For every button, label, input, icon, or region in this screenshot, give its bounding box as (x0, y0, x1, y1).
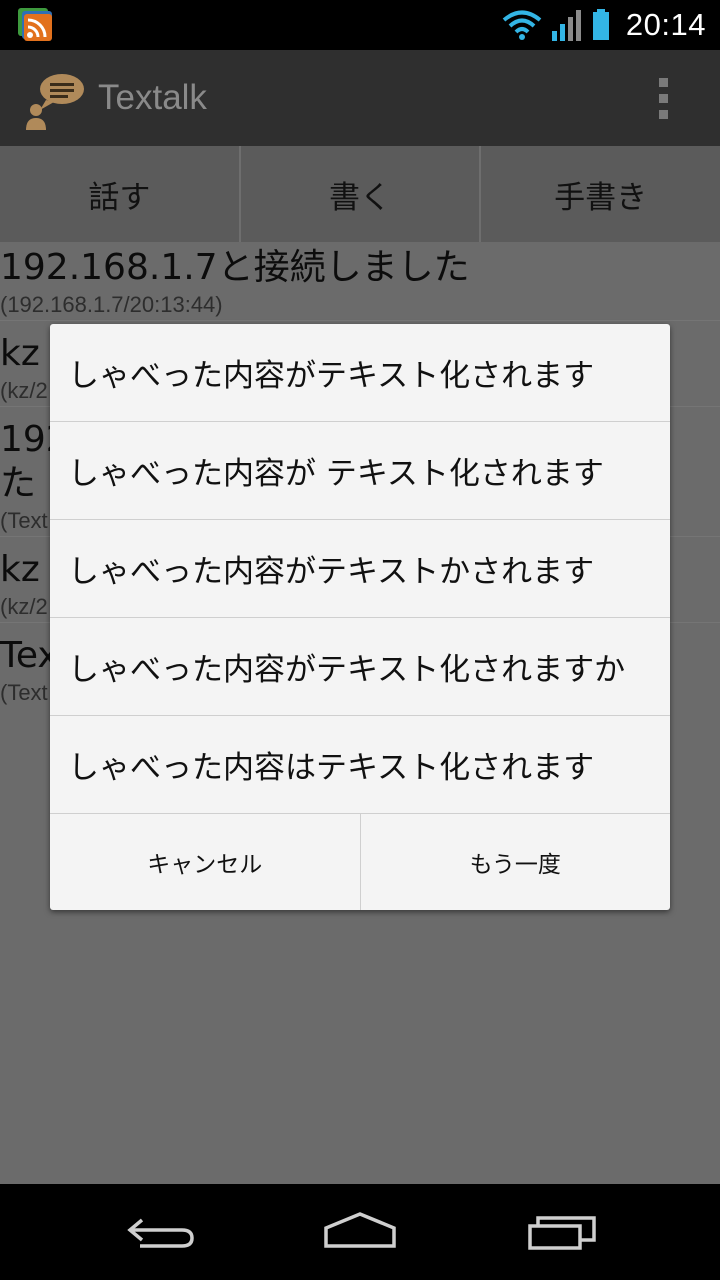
status-bar: 20:14 (0, 0, 720, 50)
signal-icon (551, 10, 581, 41)
retry-button[interactable]: もう一度 (361, 814, 671, 910)
dialog-button-row: キャンセル もう一度 (50, 814, 670, 910)
overflow-menu-icon[interactable] (650, 74, 678, 124)
candidate-option[interactable]: しゃべった内容がテキスト化されますか (50, 618, 670, 716)
navigation-bar (0, 1184, 720, 1280)
home-icon[interactable] (320, 1208, 400, 1256)
list-item[interactable]: 192.168.1.7と接続しました (192.168.1.7/20:13:44… (0, 246, 720, 321)
action-bar: Textalk (0, 50, 720, 146)
wifi-icon (502, 10, 542, 40)
candidate-option[interactable]: しゃべった内容がテキスト化されます (50, 324, 670, 422)
cancel-button[interactable]: キャンセル (50, 814, 361, 910)
status-time: 20:14 (625, 7, 706, 42)
candidate-option[interactable]: しゃべった内容がテキストかされます (50, 520, 670, 618)
tab-handwrite[interactable]: 手書き (481, 146, 720, 242)
battery-icon (592, 9, 609, 40)
speech-bubble-logo-icon[interactable] (24, 72, 88, 132)
app-title: Textalk (98, 78, 207, 117)
tab-write[interactable]: 書く (241, 146, 482, 242)
rss-notification-icon (18, 8, 52, 41)
tab-bar: 話す 書く 手書き (0, 146, 720, 242)
candidate-option[interactable]: しゃべった内容が テキスト化されます (50, 422, 670, 520)
message-text: 192.168.1.7と接続しました (0, 247, 470, 288)
message-meta: (192.168.1.7/20:13:44) (0, 292, 223, 317)
speech-candidates-dialog: しゃべった内容がテキスト化されます しゃべった内容が テキスト化されます しゃべ… (50, 324, 670, 910)
back-icon[interactable] (120, 1208, 200, 1256)
tab-speak[interactable]: 話す (0, 146, 241, 242)
candidate-option[interactable]: しゃべった内容はテキスト化されます (50, 716, 670, 814)
recent-apps-icon[interactable] (522, 1208, 602, 1256)
